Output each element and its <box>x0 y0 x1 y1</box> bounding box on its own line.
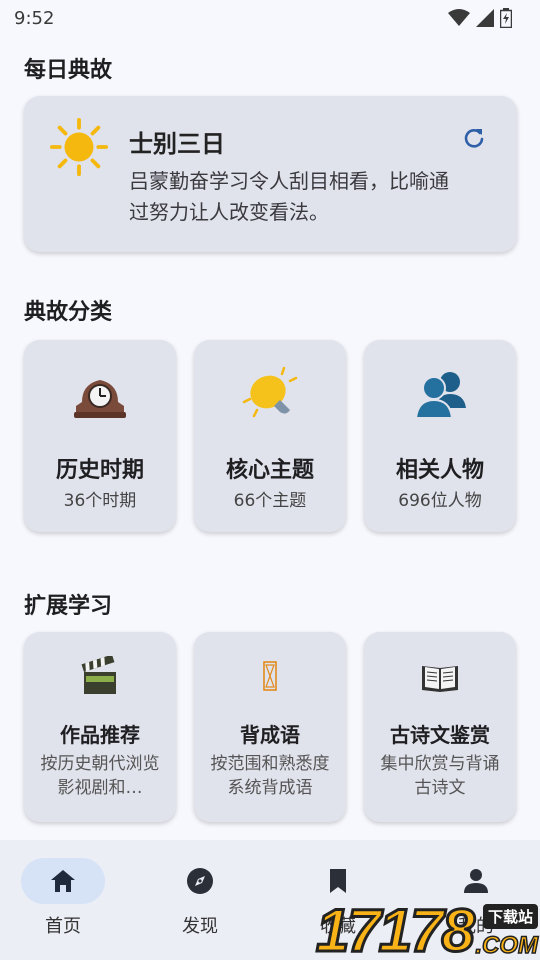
category-card-theme[interactable]: 核心主题 66个主题 <box>194 340 346 532</box>
nav-label: 首页 <box>45 916 81 937</box>
watermark-logo: 17178 下载站 .COM <box>312 896 540 960</box>
people-icon <box>414 372 466 419</box>
category-count: 36个时期 <box>63 491 137 511</box>
category-card-people[interactable]: 相关人物 696位人物 <box>364 340 516 532</box>
clapperboard-icon <box>81 656 116 694</box>
watermark-tag: 下载站 <box>482 904 538 929</box>
extended-section-title: 扩展学习 <box>24 594 113 619</box>
status-icons <box>448 8 512 28</box>
category-title: 核心主题 <box>225 458 314 483</box>
extended-card-idioms[interactable]: 背成语 按范围和熟悉度系统背成语 <box>194 632 346 822</box>
hourglass-icon <box>263 661 277 691</box>
person-icon <box>464 869 488 893</box>
extended-title: 古诗文鉴赏 <box>390 723 490 747</box>
lightbulb-icon <box>242 366 298 418</box>
watermark-domain: .COM <box>475 931 539 960</box>
nav-item-discover[interactable]: 发现 <box>154 858 246 938</box>
daily-idiom-card[interactable]: 士别三日 吕蒙勤奋学习令人刮目相看，比喻通过努力让人改变看法。 <box>24 96 517 252</box>
nav-item-home[interactable]: 首页 <box>17 858 109 938</box>
wifi-icon <box>448 9 470 26</box>
extended-card-works[interactable]: 作品推荐 按历史朝代浏览影视剧和… <box>24 632 176 822</box>
refresh-icon[interactable] <box>462 126 486 150</box>
bookmark-icon <box>330 869 346 893</box>
nav-label: 发现 <box>182 916 218 937</box>
extended-description: 按历史朝代浏览影视剧和… <box>40 754 160 798</box>
status-bar: 9:52 <box>0 0 540 36</box>
categories-section-title: 典故分类 <box>24 300 113 325</box>
compass-icon <box>187 868 213 894</box>
extended-title: 背成语 <box>240 723 300 747</box>
open-book-icon <box>422 666 458 692</box>
extended-title: 作品推荐 <box>60 723 140 747</box>
category-count: 66个主题 <box>233 491 307 511</box>
category-title: 相关人物 <box>395 458 484 483</box>
sun-icon <box>50 118 108 176</box>
battery-icon <box>500 8 512 28</box>
mantel-clock-icon <box>74 380 126 418</box>
extended-description: 集中欣赏与背诵古诗文 <box>380 754 500 798</box>
signal-icon <box>476 9 494 27</box>
extended-card-poetry[interactable]: 古诗文鉴赏 集中欣赏与背诵古诗文 <box>364 632 516 822</box>
daily-idiom-description: 吕蒙勤奋学习令人刮目相看，比喻通过努力让人改变看法。 <box>129 169 449 224</box>
status-time: 9:52 <box>14 7 55 29</box>
daily-idiom-title: 士别三日 <box>129 130 225 158</box>
extended-description: 按范围和熟悉度系统背成语 <box>210 754 330 798</box>
category-count: 696位人物 <box>398 491 482 511</box>
daily-section-title: 每日典故 <box>24 58 113 83</box>
watermark-number: 17178 <box>315 896 477 960</box>
home-icon <box>51 870 75 892</box>
category-card-history[interactable]: 历史时期 36个时期 <box>24 340 176 532</box>
category-title: 历史时期 <box>55 458 144 483</box>
